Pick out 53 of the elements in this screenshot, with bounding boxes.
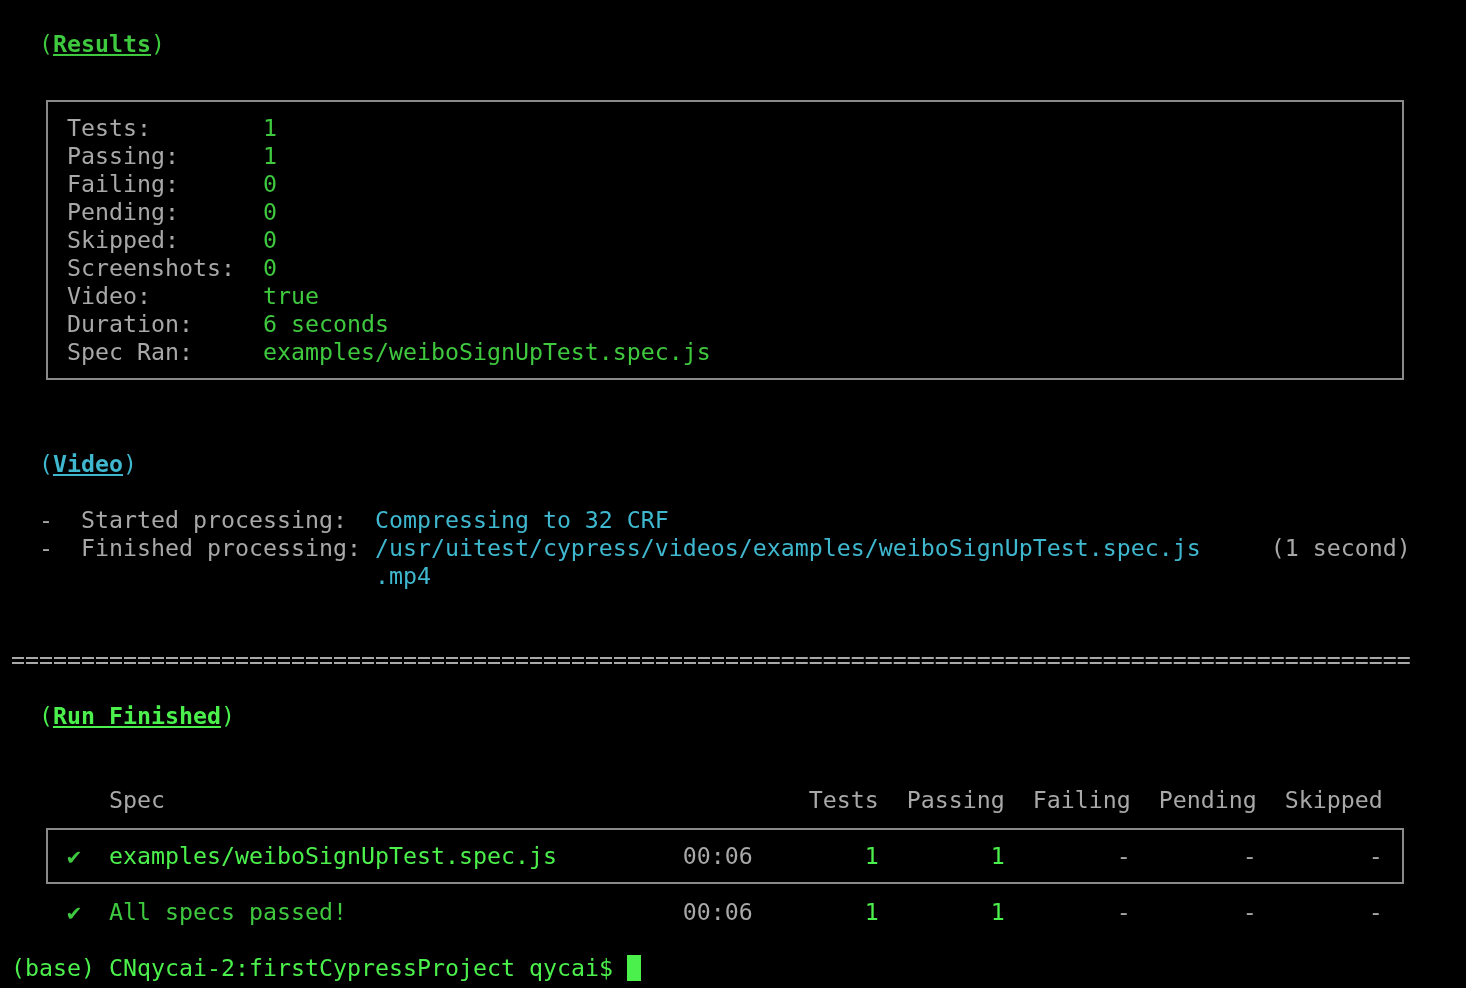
result-label: Spec Ran: [66,338,194,366]
count-value: - [1241,842,1257,870]
process-label: Finished processing: [80,534,362,562]
result-value: 6 seconds [262,310,389,338]
column-header: Failing [1031,786,1131,814]
result-label: Tests: [66,114,152,142]
result-value: 0 [262,254,277,282]
count-value: 1 [989,842,1005,870]
section-heading: (Results) [39,30,165,58]
result-value: examples/weiboSignUpTest.spec.js [262,338,711,366]
spec-name: examples/weiboSignUpTest.spec.js [108,842,558,870]
section-heading: (Run Finished) [39,702,235,730]
check-mark: ✔ [67,898,82,926]
result-label: Failing: [66,170,180,198]
result-value: 0 [262,198,277,226]
result-label: Passing: [66,142,180,170]
duration-note: (1 second) [1270,534,1411,562]
result-label: Pending: [66,198,180,226]
column-header: Passing [905,786,1005,814]
column-header: Spec [108,786,166,814]
result-value: 1 [262,114,277,142]
result-label: Skipped: [66,226,180,254]
result-value: 1 [262,142,277,170]
count-value: - [1115,842,1131,870]
count-value: - [1367,842,1383,870]
column-header: Pending [1157,786,1257,814]
count-value: - [1367,898,1383,926]
bullet-dash: - [39,534,54,562]
process-value: Compressing to 32 CRF [374,506,670,534]
result-value: 0 [262,170,277,198]
check-mark: ✔ [66,842,82,870]
count-value: 1 [863,842,879,870]
result-value: true [262,282,319,310]
run-time: 00:06 [682,842,753,870]
bullet-dash: - [39,506,54,534]
section-heading: (Video) [39,450,137,478]
process-value: .mp4 [374,562,431,590]
shell-prompt: (base) CNqycai-2:firstCypressProject qycai$ [11,954,613,982]
process-label: Started processing: [80,506,348,534]
column-header: Skipped [1283,786,1383,814]
run-time: 00:06 [682,898,753,926]
process-value: /usr/uitest/cypress/videos/examples/weiboSignUpTest.spec.js [374,534,1202,562]
result-label: Screenshots: [66,254,236,282]
column-header: Tests [807,786,879,814]
result-label: Duration: [66,310,194,338]
count-value: - [1115,898,1131,926]
result-value: 0 [262,226,277,254]
separator-line: ==================================================================================================== [11,646,1411,674]
result-label: Video: [66,282,152,310]
count-value: 1 [989,898,1005,926]
count-value: 1 [863,898,879,926]
count-value: - [1241,898,1257,926]
spec-name: All specs passed! [108,898,348,926]
